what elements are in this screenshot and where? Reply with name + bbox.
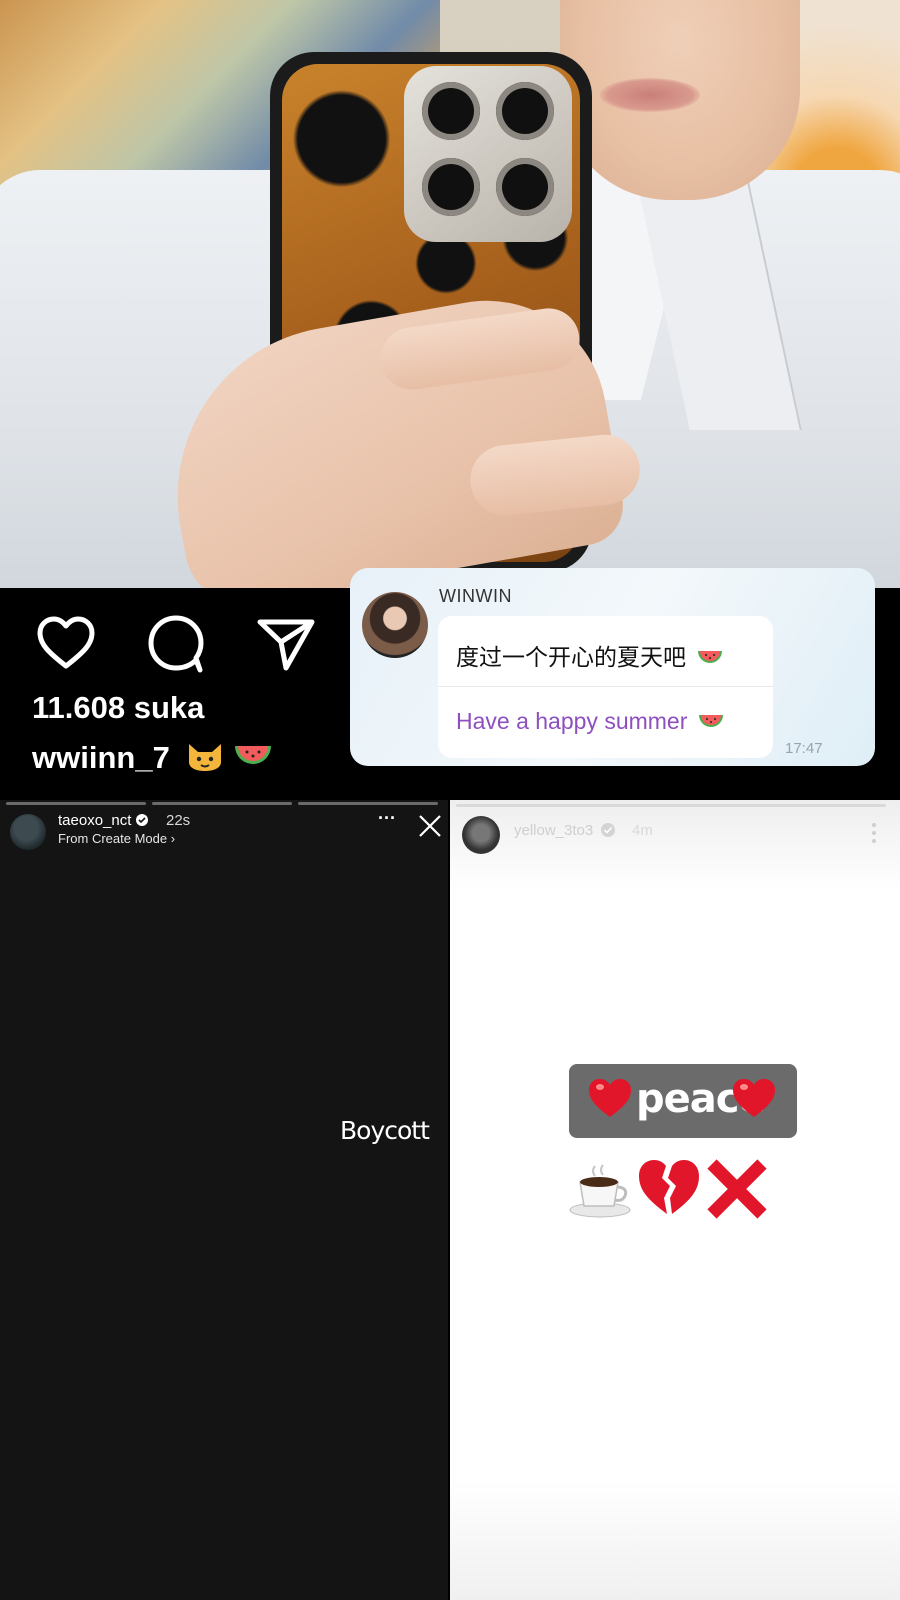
close-icon[interactable] [418, 814, 442, 843]
chat-message-card: WINWIN 度过一个开心的夏天吧 Have a happy summer 17… [350, 568, 875, 766]
message-en-text: Have a happy summer [456, 708, 688, 734]
watermelon-icon [698, 714, 723, 727]
story-username-text: yellow_3to3 [514, 822, 594, 839]
camera-lens [496, 82, 554, 140]
story-avatar[interactable] [10, 814, 46, 850]
message-text-en: Have a happy summer [456, 708, 724, 735]
message-text-zh: 度过一个开心的夏天吧 [456, 638, 723, 672]
story-text: Boycott [340, 1116, 430, 1145]
story-time: 4m [632, 822, 653, 839]
story-progress-segment [6, 802, 146, 805]
message-bubble[interactable]: 度过一个开心的夏天吧 Have a happy summer [438, 616, 773, 758]
story-source[interactable]: From Create Mode › [58, 831, 175, 846]
story-progress-segment [152, 802, 292, 805]
story-username[interactable]: taeoxo_nct [58, 812, 148, 829]
lips [600, 78, 700, 112]
like-count[interactable]: 11.608 suka [32, 690, 204, 726]
comment-icon[interactable] [144, 612, 208, 676]
verified-badge-icon [601, 823, 616, 837]
more-options-icon[interactable]: ··· [378, 808, 396, 829]
cat-face-icon [189, 744, 222, 771]
heart-icon [589, 1079, 631, 1117]
story-username-text: taeoxo_nct [58, 812, 132, 829]
post-caption: wwiinn_7 [32, 740, 273, 776]
more-options-icon[interactable] [870, 822, 878, 849]
story-username[interactable]: yellow_3to3 [514, 822, 616, 839]
camera-module [404, 66, 572, 242]
sender-name: WINWIN [439, 586, 512, 606]
heart-icon [733, 1079, 775, 1117]
watermelon-icon [235, 746, 272, 764]
emoji-row [568, 1154, 818, 1224]
story-avatar[interactable] [462, 816, 500, 854]
camera-lens [422, 158, 480, 216]
story-time: 22s [166, 812, 191, 829]
story-progress-segment [298, 802, 438, 805]
watermelon-icon [698, 650, 723, 663]
verified-badge-icon [135, 814, 148, 826]
sender-avatar[interactable] [362, 592, 428, 658]
like-icon[interactable] [34, 612, 98, 676]
coffee-icon [569, 1164, 631, 1218]
share-icon[interactable] [254, 612, 318, 676]
cross-mark-icon [707, 1159, 767, 1219]
camera-lens [496, 158, 554, 216]
caption-username[interactable]: wwiinn_7 [32, 740, 170, 775]
peace-sticker: peace [569, 1064, 797, 1138]
message-time: 17:47 [785, 740, 823, 757]
translation-divider [438, 686, 773, 687]
broken-heart-icon [639, 1160, 699, 1214]
post-photo[interactable] [0, 0, 900, 588]
story-progress-bar [456, 804, 886, 807]
camera-lens [422, 82, 480, 140]
message-zh-text: 度过一个开心的夏天吧 [456, 645, 686, 671]
story-right[interactable]: yellow_3to3 4m peace [450, 800, 900, 1600]
story-left[interactable]: taeoxo_nct 22s From Create Mode › ··· Bo… [0, 800, 448, 1600]
